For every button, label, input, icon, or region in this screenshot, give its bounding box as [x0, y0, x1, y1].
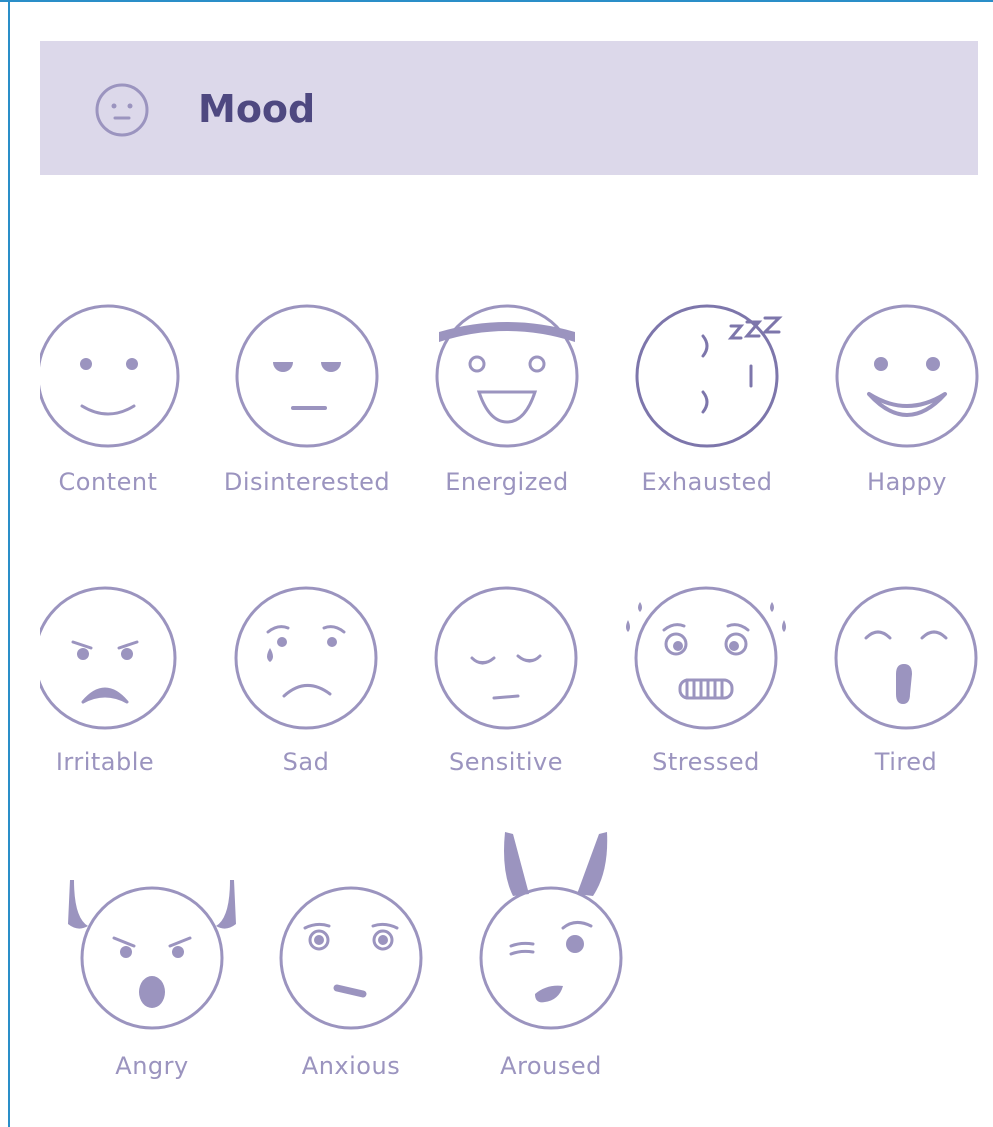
- tired-face-icon: [834, 586, 978, 730]
- content-face-icon: [40, 304, 180, 448]
- aroused-face-icon: [479, 832, 623, 1030]
- anxious-face-icon: [279, 886, 423, 1030]
- mood-label: Exhausted: [641, 468, 773, 496]
- mood-option-energized[interactable]: Energized: [407, 300, 607, 510]
- happy-face-icon: [835, 304, 979, 448]
- mood-label: Sad: [282, 748, 330, 776]
- mood-label: Anxious: [301, 1052, 401, 1080]
- mood-option-sad[interactable]: Sad: [206, 582, 406, 792]
- mood-option-aroused[interactable]: Aroused: [451, 832, 651, 1092]
- angry-face-icon: [68, 880, 236, 1030]
- mood-panel: Mood Content Disinterested Energized Exh…: [40, 0, 993, 1127]
- mood-label: Irritable: [55, 748, 155, 776]
- mood-option-happy[interactable]: Happy: [807, 300, 993, 510]
- neutral-face-icon: [95, 83, 149, 137]
- stressed-face-icon: [626, 586, 786, 730]
- energized-face-icon: [435, 304, 579, 448]
- mood-option-irritable[interactable]: Irritable: [40, 582, 205, 792]
- mood-label: Disinterested: [223, 468, 391, 496]
- mood-label: Tired: [874, 748, 938, 776]
- mood-label: Angry: [115, 1052, 189, 1080]
- mood-option-angry[interactable]: Angry: [52, 880, 252, 1092]
- mood-option-tired[interactable]: Tired: [806, 582, 993, 792]
- mood-option-content[interactable]: Content: [40, 300, 208, 510]
- mood-label: Sensitive: [449, 748, 563, 776]
- mood-header: Mood: [40, 41, 978, 175]
- sensitive-face-icon: [434, 586, 578, 730]
- mood-option-anxious[interactable]: Anxious: [251, 882, 451, 1092]
- disinterested-face-icon: [235, 304, 379, 448]
- mood-option-sensitive[interactable]: Sensitive: [406, 582, 606, 792]
- mood-option-exhausted[interactable]: Exhausted: [607, 300, 807, 510]
- mood-label: Aroused: [500, 1052, 602, 1080]
- exhausted-face-icon: [635, 304, 783, 448]
- sad-face-icon: [234, 586, 378, 730]
- mood-option-stressed[interactable]: Stressed: [606, 582, 806, 792]
- mood-label: Stressed: [652, 748, 760, 776]
- mood-label: Happy: [867, 468, 947, 496]
- mood-label: Energized: [445, 468, 569, 496]
- mood-option-disinterested[interactable]: Disinterested: [207, 300, 407, 510]
- mood-label: Content: [58, 468, 158, 496]
- frame-left-border: [8, 0, 10, 1127]
- page-title: Mood: [198, 87, 316, 131]
- irritable-face-icon: [40, 586, 177, 730]
